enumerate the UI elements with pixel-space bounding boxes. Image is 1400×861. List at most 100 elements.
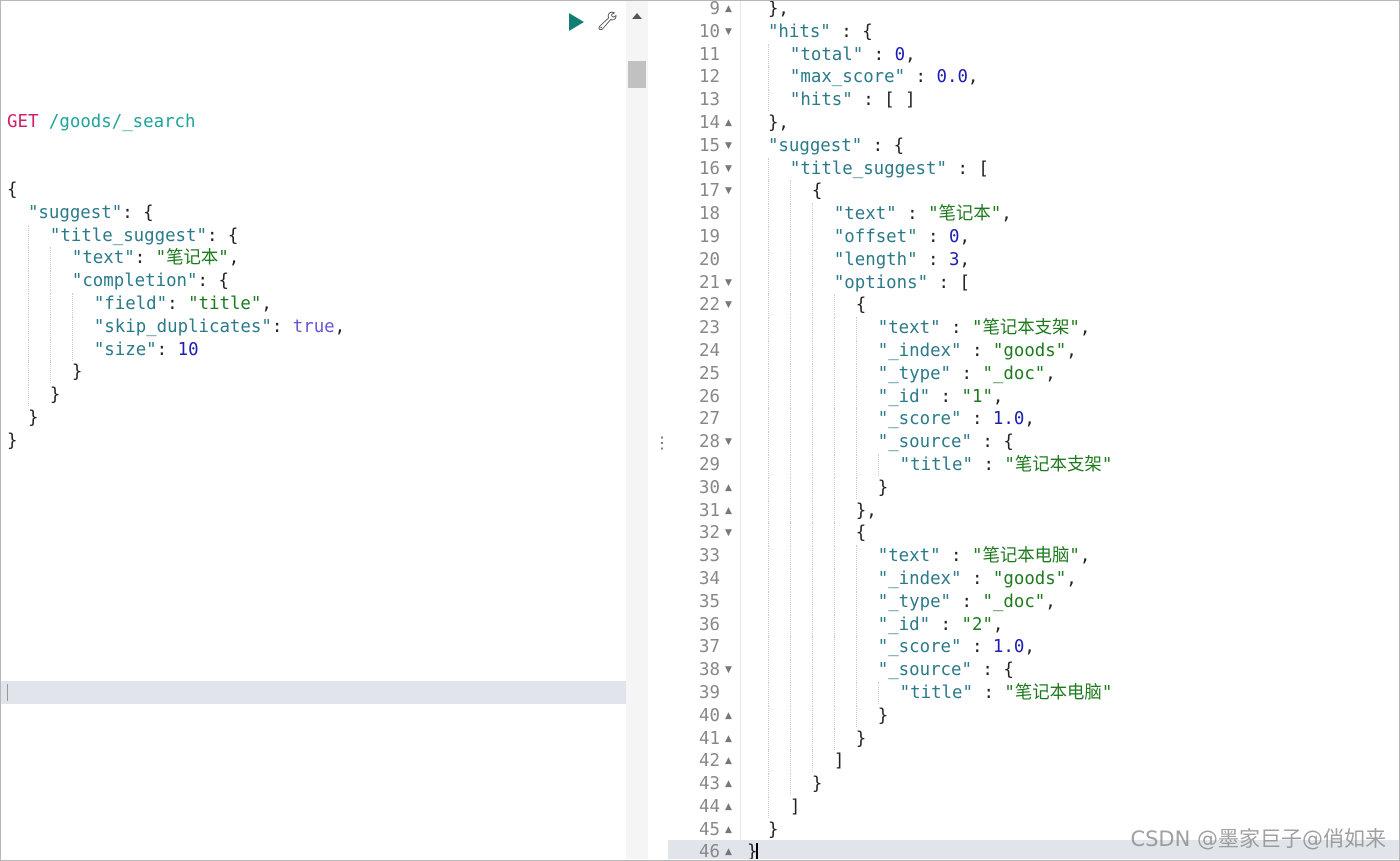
response-line[interactable]: 33 "text" : "笔记本电脑",	[668, 545, 1399, 568]
fold-down-icon[interactable]: ▼	[725, 431, 732, 454]
response-line[interactable]: 11 "total" : 0,	[668, 43, 1399, 67]
fold-up-icon[interactable]: ▲	[725, 819, 732, 842]
code-line[interactable]: "skip_duplicates": true,	[7, 315, 345, 339]
line-number: 43	[699, 774, 720, 795]
response-line[interactable]: 37 "_score" : 1.0,	[668, 636, 1399, 659]
response-line[interactable]: 28 ▼ "_source" : {	[668, 431, 1399, 454]
response-line[interactable]: 20 "length" : 3,	[668, 248, 1399, 272]
fold-down-icon[interactable]: ▼	[725, 294, 732, 317]
token: :	[134, 248, 156, 269]
response-line[interactable]: 13 "hits" : [ ]	[668, 89, 1399, 112]
fold-down-icon[interactable]: ▼	[725, 272, 732, 295]
scroll-up-arrow-icon[interactable]	[632, 13, 642, 19]
response-line[interactable]: 21 ▼ "options" : [	[668, 271, 1399, 295]
response-line[interactable]: 32 ▼ {	[668, 522, 1399, 545]
response-line[interactable]: 9 ▲},	[668, 1, 1399, 21]
wrench-icon[interactable]: 🔧︎	[596, 11, 619, 32]
fold-down-icon[interactable]: ▼	[725, 180, 732, 203]
code-line[interactable]: "size": 10	[7, 338, 345, 362]
panel-resize-handle[interactable]: ⋮	[650, 1, 670, 859]
response-line[interactable]: 14 ▲},	[668, 112, 1399, 135]
response-line[interactable]: 42 ▲]	[668, 750, 1399, 773]
fold-up-icon[interactable]: ▲	[725, 500, 732, 523]
fold-up-icon[interactable]: ▲	[725, 705, 732, 728]
token: "_index"	[877, 340, 962, 361]
line-number: 25	[699, 363, 720, 384]
line-number: 28	[699, 432, 720, 453]
fold-down-icon[interactable]: ▼	[725, 659, 732, 682]
text-cursor	[756, 843, 759, 859]
fold-up-icon[interactable]: ▲	[725, 841, 732, 859]
token: :	[972, 454, 1005, 475]
response-line[interactable]: 31 ▲},	[668, 499, 1399, 523]
fold-down-icon[interactable]: ▼	[725, 135, 732, 158]
response-line[interactable]: 38 ▼ "_source" : {	[668, 659, 1399, 682]
code-line[interactable]: {	[7, 179, 345, 202]
response-line[interactable]: 44 ▲]	[668, 795, 1399, 819]
response-line[interactable]: 39 "title" : "笔记本电脑"	[668, 681, 1399, 705]
code-line[interactable]: "suggest": {	[7, 202, 345, 225]
fold-up-icon[interactable]: ▲	[725, 796, 732, 819]
request-code[interactable]: GET /goods/_search {"suggest": {"title_s…	[7, 65, 345, 453]
fold-up-icon[interactable]: ▲	[725, 728, 732, 751]
token: }	[49, 385, 61, 406]
line-number: 22	[699, 295, 720, 316]
token: :	[905, 67, 937, 88]
response-line[interactable]: 24 "_index" : "goods",	[668, 339, 1399, 363]
play-icon[interactable]	[569, 12, 584, 31]
fold-up-icon[interactable]: ▲	[725, 750, 732, 773]
response-line[interactable]: 27 "_score" : 1.0,	[668, 408, 1399, 431]
response-line[interactable]: 34 "_index" : "goods",	[668, 567, 1399, 591]
scrollbar-thumb[interactable]	[628, 61, 646, 88]
fold-up-icon[interactable]: ▲	[725, 1, 732, 21]
response-line[interactable]: 25 "_type" : "_doc",	[668, 362, 1399, 386]
token: "skip_duplicates"	[93, 316, 272, 337]
token: 10	[177, 339, 199, 360]
watermark: CSDN @墨家巨子@俏如来	[1130, 827, 1386, 851]
token: ,	[905, 44, 916, 65]
response-line[interactable]: 41 ▲}	[668, 727, 1399, 751]
token: ,	[967, 67, 979, 88]
response-line[interactable]: 40 ▲}	[668, 704, 1399, 728]
response-line[interactable]: 17 ▼ {	[668, 180, 1399, 203]
token: :	[961, 340, 993, 361]
token: "size"	[93, 339, 157, 360]
fold-down-icon[interactable]: ▼	[725, 158, 732, 181]
line-number: 13	[699, 90, 720, 111]
code-line[interactable]: }	[7, 384, 345, 407]
response-line[interactable]: 18 "text" : "笔记本",	[668, 203, 1399, 226]
response-line[interactable]: 26 "_id" : "1",	[668, 385, 1399, 409]
fold-up-icon[interactable]: ▲	[725, 477, 732, 500]
response-code[interactable]: 9 ▲}, 10 ▼ "hits" : {11 "total" : 0, 12 "max_sc…	[668, 1, 1399, 859]
fold-up-icon[interactable]: ▲	[725, 773, 732, 796]
response-line[interactable]: 22 ▼ {	[668, 294, 1399, 317]
code-line[interactable]: "title_suggest": {	[7, 224, 345, 248]
token: : {	[971, 432, 1014, 453]
response-line[interactable]: 12 "max_score" : 0.0,	[668, 66, 1399, 89]
request-scrollbar[interactable]	[626, 1, 648, 859]
code-line[interactable]: "completion": {	[7, 270, 345, 293]
request-line[interactable]: GET /goods/_search	[7, 111, 345, 134]
code-line[interactable]: }	[7, 407, 345, 430]
line-number: 24	[699, 340, 720, 361]
code-line[interactable]: "field": "title",	[7, 292, 345, 316]
response-viewer[interactable]: 9 ▲}, 10 ▼ "hits" : {11 "total" : 0, 12 "max_sc…	[668, 1, 1399, 859]
response-line[interactable]: 29 "title" : "笔记本支架"	[668, 453, 1399, 477]
code-line[interactable]: }	[7, 430, 345, 453]
code-line[interactable]: }	[7, 361, 345, 384]
response-line[interactable]: 23 "text" : "笔记本支架",	[668, 317, 1399, 340]
response-line[interactable]: 16 ▼ "title_suggest" : [	[668, 157, 1399, 181]
response-line[interactable]: 43 ▲}	[668, 773, 1399, 796]
response-line[interactable]: 15 ▼ "suggest" : {	[668, 135, 1399, 158]
fold-down-icon[interactable]: ▼	[725, 522, 732, 545]
fold-down-icon[interactable]: ▼	[725, 21, 732, 44]
request-editor[interactable]: 🔧︎ GET /goods/_search {"suggest": {"titl…	[1, 1, 626, 859]
response-line[interactable]: 10 ▼ "hits" : {	[668, 21, 1399, 44]
token: ,	[1066, 340, 1077, 361]
response-line[interactable]: 35 "_type" : "_doc",	[668, 590, 1399, 614]
response-line[interactable]: 30 ▲}	[668, 476, 1399, 500]
response-line[interactable]: 36 "_id" : "2",	[668, 613, 1399, 637]
code-line[interactable]: "text": "笔记本",	[7, 247, 345, 270]
fold-up-icon[interactable]: ▲	[725, 112, 732, 135]
response-line[interactable]: 19 "offset" : 0,	[668, 225, 1399, 249]
